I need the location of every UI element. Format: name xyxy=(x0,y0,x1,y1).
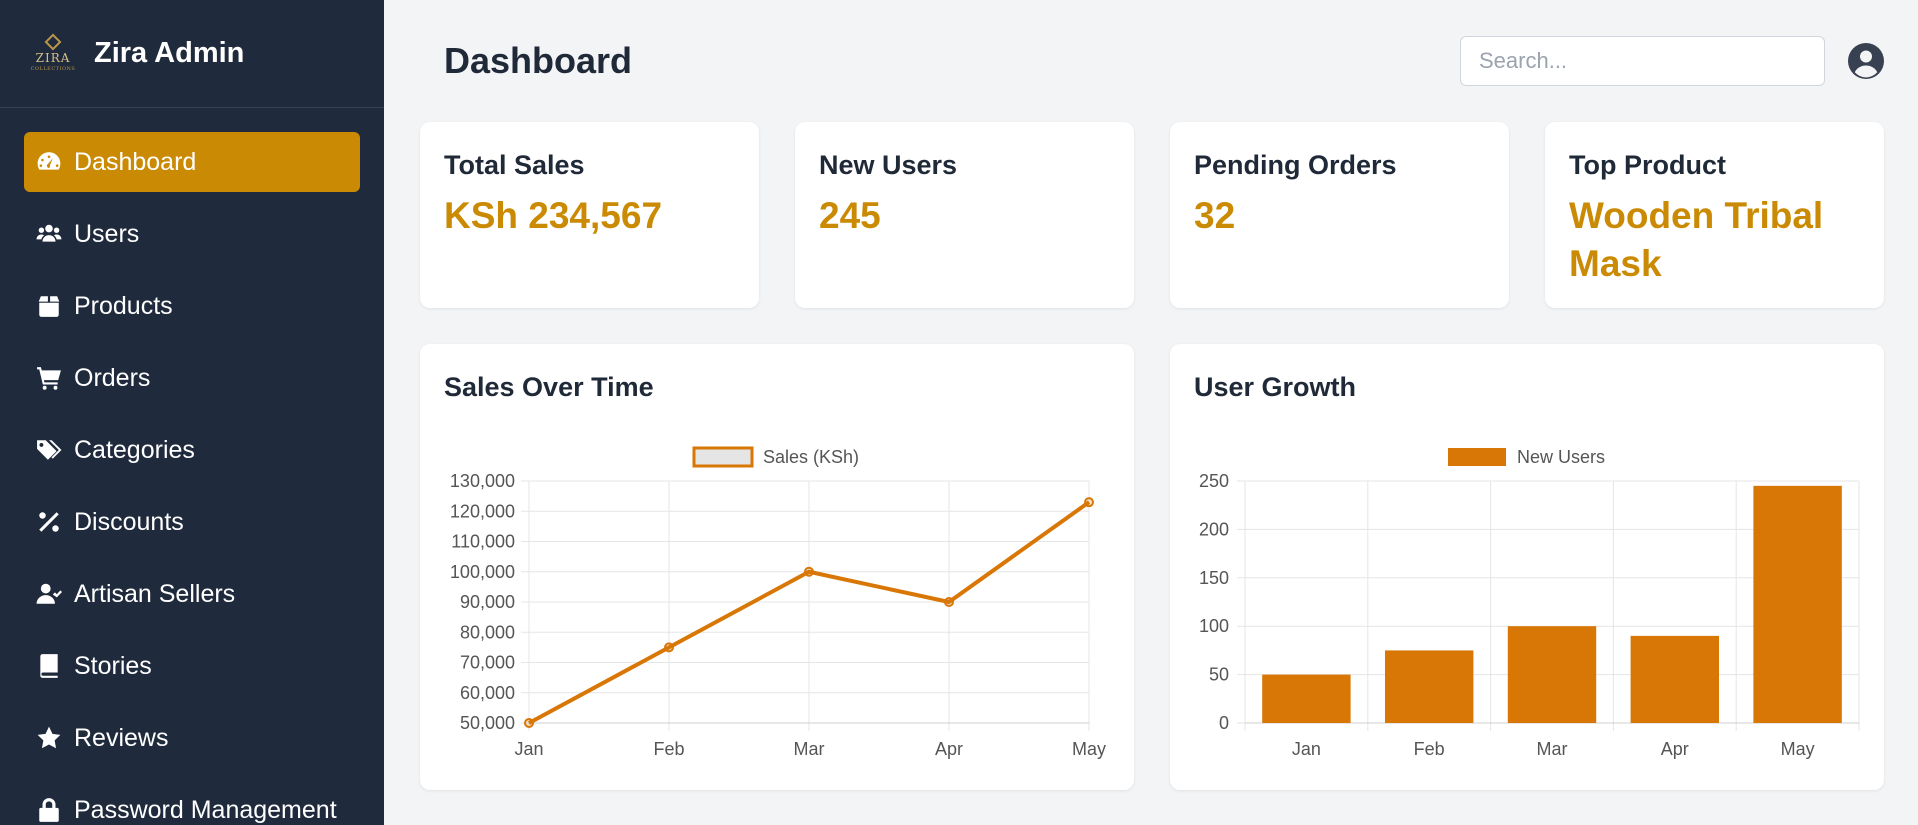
box-icon xyxy=(34,291,64,321)
data-point xyxy=(804,566,814,577)
brand: ZIRA COLLECTIONS Zira Admin xyxy=(0,0,384,108)
page-title: Dashboard xyxy=(444,40,633,81)
stat-card-top-product: Top Product Wooden Tribal Mask xyxy=(1545,122,1884,308)
sidebar-item-label: Orders xyxy=(74,363,151,392)
x-tick-label: May xyxy=(1072,739,1106,759)
sidebar-item-label: Categories xyxy=(74,435,195,464)
users-icon xyxy=(34,219,64,249)
stat-value: 32 xyxy=(1194,195,1236,236)
bar xyxy=(1630,635,1720,723)
y-tick-label: 50 xyxy=(1209,665,1229,685)
x-tick-label: May xyxy=(1781,739,1815,759)
sidebar-item-label: Stories xyxy=(74,651,152,680)
sidebar-item-users[interactable]: Users xyxy=(24,204,360,264)
y-tick-label: 70,000 xyxy=(460,653,515,673)
stat-value: 245 xyxy=(819,195,881,236)
y-tick-label: 200 xyxy=(1199,519,1229,539)
sidebar-item-reviews[interactable]: Reviews xyxy=(24,708,360,768)
sidebar-nav: Dashboard Users Products Orders Categori… xyxy=(0,108,384,825)
x-tick-label: Feb xyxy=(653,739,684,759)
y-tick-label: 50,000 xyxy=(460,713,515,733)
x-tick-label: Feb xyxy=(1414,739,1445,759)
user-avatar-icon[interactable] xyxy=(1848,43,1884,79)
stat-label: Total Sales xyxy=(444,150,585,180)
bar xyxy=(1507,626,1597,723)
x-tick-label: Mar xyxy=(1537,739,1568,759)
y-tick-label: 100 xyxy=(1199,616,1229,636)
sidebar-item-label: Password Management xyxy=(74,795,337,824)
logo-subtext: COLLECTIONS xyxy=(30,65,76,72)
sidebar-item-artisan-sellers[interactable]: Artisan Sellers xyxy=(24,564,360,624)
stat-card-pending-orders: Pending Orders 32 xyxy=(1170,122,1509,308)
stat-card-total-sales: Total Sales KSh 234,567 xyxy=(420,122,759,308)
sidebar-item-stories[interactable]: Stories xyxy=(24,636,360,696)
zira-logo: ZIRA COLLECTIONS xyxy=(30,31,76,77)
bar xyxy=(1384,650,1474,723)
logo-diamond-icon xyxy=(44,33,62,50)
sidebar-item-dashboard[interactable]: Dashboard xyxy=(24,132,360,192)
sidebar-item-label: Reviews xyxy=(74,723,169,752)
book-icon xyxy=(34,651,64,681)
cart-icon xyxy=(34,363,64,393)
sidebar-item-password-management[interactable]: Password Management xyxy=(24,780,360,825)
lock-icon xyxy=(34,795,64,825)
legend-label: Sales (KSh) xyxy=(763,447,859,467)
search-input[interactable] xyxy=(1460,36,1825,86)
stat-card-new-users: New Users 245 xyxy=(795,122,1134,308)
stat-label: New Users xyxy=(819,150,958,180)
stat-value: KSh 234,567 xyxy=(444,195,663,236)
sidebar-item-label: Products xyxy=(74,291,173,320)
x-tick-label: Apr xyxy=(1661,739,1689,759)
bar xyxy=(1753,485,1842,723)
user-growth-bar-chart: 0 50 100 150 200 250 Jan Feb Mar Apr May New Users xyxy=(1199,447,1860,759)
sales-line-chart: 50,000 60,000 70,000 80,000 90,000 100,000 110… xyxy=(450,446,1106,759)
sidebar-item-label: Dashboard xyxy=(74,147,197,176)
y-tick-label: 130,000 xyxy=(450,471,515,491)
tags-icon xyxy=(34,435,64,465)
chart-card-sales: Sales Over Time 50,000 60,000 70,000 80,000… xyxy=(420,344,1134,790)
sidebar-item-products[interactable]: Products xyxy=(24,276,360,336)
bar xyxy=(1262,674,1351,723)
data-point xyxy=(1084,497,1094,508)
sidebar-item-categories[interactable]: Categories xyxy=(24,420,360,480)
legend-label: New Users xyxy=(1517,447,1605,467)
x-tick-label: Mar xyxy=(794,739,825,759)
y-tick-label: 150 xyxy=(1199,568,1229,588)
sidebar-item-orders[interactable]: Orders xyxy=(24,348,360,408)
sidebar: ZIRA COLLECTIONS Zira Admin Dashboard Us… xyxy=(0,0,384,825)
x-tick-label: Jan xyxy=(1292,739,1321,759)
logo-text: ZIRA xyxy=(35,50,71,65)
stat-value: Wooden Tribal Mask xyxy=(1569,195,1824,284)
x-tick-label: Jan xyxy=(514,739,543,759)
chart-card-user-growth: User Growth 0 50 100 150 200 250 Jan Feb Mar Apr M… xyxy=(1170,344,1884,790)
y-tick-label: 90,000 xyxy=(460,592,515,612)
brand-title: Zira Admin xyxy=(94,37,245,69)
stat-label: Top Product xyxy=(1569,150,1726,180)
y-tick-label: 80,000 xyxy=(460,622,515,642)
y-tick-label: 60,000 xyxy=(460,683,515,703)
y-tick-label: 100,000 xyxy=(450,562,515,582)
data-point xyxy=(664,642,674,653)
y-tick-label: 250 xyxy=(1199,471,1229,491)
data-point xyxy=(524,718,534,728)
data-point xyxy=(944,597,954,607)
star-icon xyxy=(34,723,64,753)
gauge-icon xyxy=(34,147,64,177)
legend-swatch xyxy=(1448,448,1506,466)
percent-icon xyxy=(34,507,64,537)
y-tick-label: 120,000 xyxy=(450,501,515,521)
y-tick-label: 0 xyxy=(1219,713,1229,733)
stat-label: Pending Orders xyxy=(1194,150,1397,180)
y-tick-label: 110,000 xyxy=(451,532,515,552)
user-check-icon xyxy=(34,579,64,609)
sidebar-item-discounts[interactable]: Discounts xyxy=(24,492,360,552)
sidebar-item-label: Users xyxy=(74,219,140,248)
sidebar-item-label: Artisan Sellers xyxy=(74,579,236,608)
legend-swatch xyxy=(692,446,754,468)
sidebar-item-label: Discounts xyxy=(74,507,184,536)
x-tick-label: Apr xyxy=(935,739,963,759)
